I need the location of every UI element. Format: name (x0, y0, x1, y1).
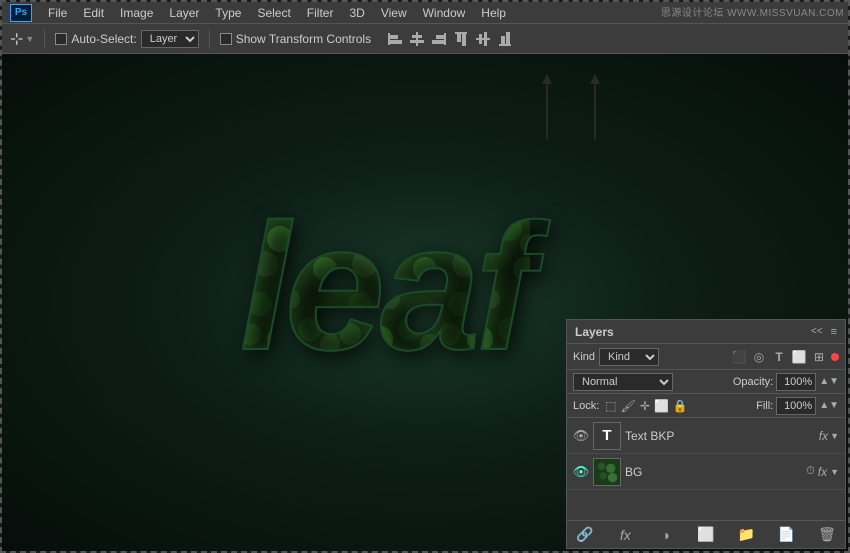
visibility-eye-bg[interactable]: 👁 (573, 464, 589, 480)
layer-name-bg: BG (625, 465, 802, 479)
layer-thumb-text: T (593, 422, 621, 450)
watermark: 思源设计论坛 WWW.MISSVUAN.COM (661, 4, 844, 19)
show-transform-checkbox[interactable] (220, 33, 232, 45)
mask-icon[interactable]: ⬜ (696, 526, 716, 543)
align-bottom-icon[interactable] (495, 29, 515, 49)
ps-logo: Ps (10, 4, 32, 22)
arrow-2 (590, 74, 600, 139)
move-tool[interactable]: ⊹ ▼ (10, 29, 34, 49)
menu-type[interactable]: Type (207, 4, 249, 22)
align-top-icon[interactable] (451, 29, 471, 49)
menu-window[interactable]: Window (415, 4, 474, 22)
show-transform-area: Show Transform Controls (220, 32, 371, 46)
auto-select-area: Auto-Select: Layer (55, 30, 198, 48)
lock-all-icon[interactable]: 🔒 (673, 399, 688, 413)
fill-stepper[interactable]: ▲▼ (819, 400, 839, 411)
folder-icon[interactable]: 📁 (736, 526, 756, 543)
layers-list: 👁 T Text BKP fx ▼ 👁 (567, 418, 845, 520)
layer-fx-text[interactable]: fx ▼ (819, 429, 839, 443)
layer-dropdown[interactable]: Layer (141, 30, 199, 48)
show-transform-label: Show Transform Controls (236, 32, 371, 46)
filter-shape-icon[interactable]: ⬜ (791, 350, 807, 364)
lock-row: Lock: ⬚ 🖌 ✛ ⬜ 🔒 Fill: ▲▼ (567, 394, 845, 418)
toolbar: ⊹ ▼ Auto-Select: Layer Show Transform Co… (2, 24, 848, 54)
menu-view[interactable]: View (373, 4, 415, 22)
lock-icons: ⬚ 🖌 ✛ ⬜ 🔒 (605, 399, 688, 413)
filter-label: Kind (573, 351, 595, 363)
align-center-h-icon[interactable] (407, 29, 427, 49)
layers-panel-header: Layers << ≡ (567, 320, 845, 344)
filter-smart-icon[interactable]: ⊞ (811, 350, 827, 364)
lock-artboard-icon[interactable]: ⬜ (654, 399, 669, 413)
opacity-stepper[interactable]: ▲▼ (819, 376, 839, 387)
menu-filter[interactable]: Filter (299, 4, 342, 22)
new-layer-icon[interactable]: 📄 (777, 526, 797, 543)
panel-collapse-btn[interactable]: << (811, 326, 823, 337)
link-icon[interactable]: 🔗 (575, 526, 595, 543)
opacity-area: Opacity: ▲▼ (733, 373, 839, 391)
layer-bg-controls: ⏱ fx ▼ (806, 465, 839, 479)
canvas-text: leaf (240, 184, 530, 391)
outer-frame: 思源设计论坛 WWW.MISSVUAN.COM Ps File Edit Ima… (0, 0, 850, 553)
auto-select-label: Auto-Select: (71, 32, 136, 46)
align-left-icon[interactable] (385, 29, 405, 49)
menu-edit[interactable]: Edit (75, 4, 112, 22)
filter-toggle-dot[interactable] (831, 353, 839, 361)
menu-image[interactable]: Image (112, 4, 161, 22)
blend-row: Normal Opacity: ▲▼ (567, 370, 845, 394)
layer-fx-bg[interactable]: fx (818, 465, 827, 479)
filter-type-icon[interactable]: T (771, 350, 787, 364)
panel-bottom: 🔗 fx ◑ ⬜ 📁 📄 🗑 (567, 520, 845, 548)
layer-name-text: Text BKP (625, 429, 815, 443)
filter-adjustment-icon[interactable]: ◎ (751, 350, 767, 364)
layers-title: Layers (575, 325, 614, 339)
panel-controls: << ≡ (811, 326, 837, 338)
menu-layer[interactable]: Layer (161, 4, 207, 22)
menu-help[interactable]: Help (473, 4, 514, 22)
lock-label: Lock: (573, 400, 599, 412)
fx-icon[interactable]: fx (615, 527, 635, 543)
visibility-eye-text[interactable]: 👁 (573, 428, 589, 444)
filter-pixel-icon[interactable]: ⬛ (731, 350, 747, 364)
blend-mode-dropdown[interactable]: Normal (573, 373, 673, 391)
lock-move-icon[interactable]: ✛ (640, 399, 650, 413)
lock-paint-icon[interactable]: 🖌 (621, 399, 636, 413)
panel-menu-icon[interactable]: ≡ (831, 326, 837, 338)
layer-thumb-bg (593, 458, 621, 486)
lock-transparency-icon[interactable]: ⬚ (605, 399, 616, 413)
opacity-input[interactable] (776, 373, 816, 391)
align-icons (385, 29, 515, 49)
layer-row-bg[interactable]: 👁 BG ⏱ fx ▼ (567, 454, 845, 490)
toolbar-divider-2 (209, 29, 210, 49)
layers-filter-row: Kind Kind ⬛ ◎ T ⬜ ⊞ (567, 344, 845, 370)
fill-input[interactable] (776, 397, 816, 415)
layers-panel: Layers << ≡ Kind Kind ⬛ ◎ T ⬜ ⊞ (566, 319, 846, 549)
align-right-icon[interactable] (429, 29, 449, 49)
layer-time-icon[interactable]: ⏱ (806, 465, 815, 478)
opacity-label: Opacity: (733, 376, 773, 388)
fill-area: Fill: ▲▼ (756, 397, 839, 415)
auto-select-checkbox[interactable] (55, 33, 67, 45)
align-center-v-icon[interactable] (473, 29, 493, 49)
layer-fx-bg-arrow[interactable]: ▼ (830, 467, 839, 477)
trash-icon[interactable]: 🗑 (817, 526, 837, 543)
arrow-1 (542, 74, 552, 139)
menu-file[interactable]: File (40, 4, 75, 22)
filter-icons: ⬛ ◎ T ⬜ ⊞ (663, 350, 839, 364)
fill-label: Fill: (756, 400, 773, 412)
adjustment-icon[interactable]: ◑ (656, 527, 676, 543)
kind-dropdown[interactable]: Kind (599, 348, 659, 366)
arrows-container (542, 74, 600, 139)
layer-row-text-bkp[interactable]: 👁 T Text BKP fx ▼ (567, 418, 845, 454)
toolbar-divider-1 (44, 29, 45, 49)
menu-3d[interactable]: 3D (341, 4, 372, 22)
menu-select[interactable]: Select (249, 4, 298, 22)
